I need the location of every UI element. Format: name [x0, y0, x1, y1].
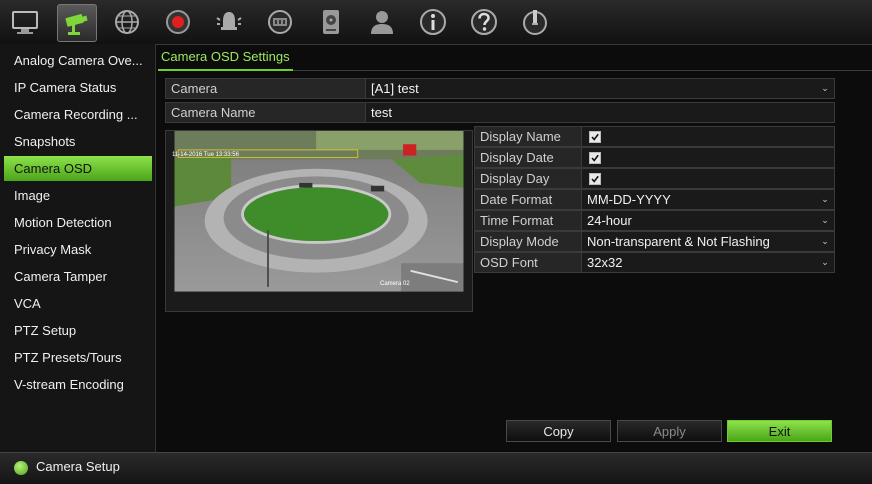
display-name-label: Display Name — [475, 127, 582, 146]
date-format-select[interactable]: Date Format MM-DD-YYYY ⌄ — [474, 189, 835, 210]
camera-value: [A1] test — [371, 81, 419, 96]
display-name-row: Display Name — [474, 126, 835, 147]
user-icon[interactable] — [363, 4, 401, 40]
chevron-down-icon: ⌄ — [821, 236, 829, 246]
osd-font-label: OSD Font — [475, 253, 582, 272]
status-text: Camera Setup — [36, 459, 120, 474]
tab-bar: Camera OSD Settings — [158, 44, 872, 71]
display-name-checkbox[interactable] — [589, 131, 601, 143]
display-date-checkbox[interactable] — [589, 152, 601, 164]
camera-name-field[interactable]: Camera Name test — [165, 102, 835, 123]
copy-button[interactable]: Copy — [506, 420, 611, 442]
sidebar-item-analog-camera-overview[interactable]: Analog Camera Ove... — [4, 48, 152, 73]
sidebar: Analog Camera Ove... IP Camera Status Ca… — [0, 44, 156, 452]
chevron-down-icon: ⌄ — [821, 194, 829, 204]
display-date-label: Display Date — [475, 148, 582, 167]
osd-font-value: 32x32 — [587, 255, 623, 270]
display-mode-value: Non-transparent & Not Flashing — [587, 234, 770, 249]
timestamp-overlay: 11-14-2016 Tue 13:33:56 — [172, 152, 239, 158]
chevron-down-icon: ⌄ — [821, 83, 829, 93]
sidebar-item-image[interactable]: Image — [4, 183, 152, 208]
sidebar-item-camera-osd[interactable]: Camera OSD — [4, 156, 152, 181]
camera-name-label: Camera Name — [166, 103, 366, 122]
sidebar-item-ptz-presets-tours[interactable]: PTZ Presets/Tours — [4, 345, 152, 370]
time-format-select[interactable]: Time Format 24-hour ⌄ — [474, 210, 835, 231]
osd-font-select[interactable]: OSD Font 32x32 ⌄ — [474, 252, 835, 273]
help-icon — [14, 461, 28, 475]
exit-button[interactable]: Exit — [727, 420, 832, 442]
time-format-label: Time Format — [475, 211, 582, 230]
sidebar-item-vca[interactable]: VCA — [4, 291, 152, 316]
display-mode-label: Display Mode — [475, 232, 582, 251]
sidebar-item-ptz-setup[interactable]: PTZ Setup — [4, 318, 152, 343]
info-icon[interactable] — [414, 4, 452, 40]
sidebar-item-snapshots[interactable]: Snapshots — [4, 129, 152, 154]
time-format-value: 24-hour — [587, 213, 632, 228]
chevron-down-icon: ⌄ — [821, 257, 829, 267]
device-icon[interactable] — [261, 4, 299, 40]
sidebar-item-camera-tamper[interactable]: Camera Tamper — [4, 264, 152, 289]
help-icon[interactable] — [465, 4, 503, 40]
alarm-icon[interactable] — [210, 4, 248, 40]
camera-name-value: test — [371, 105, 392, 120]
display-mode-select[interactable]: Display Mode Non-transparent & Not Flash… — [474, 231, 835, 252]
sidebar-item-ip-camera-status[interactable]: IP Camera Status — [4, 75, 152, 100]
network-icon[interactable] — [108, 4, 146, 40]
display-day-checkbox[interactable] — [589, 173, 601, 185]
date-format-value: MM-DD-YYYY — [587, 192, 671, 207]
camera-icon[interactable] — [57, 4, 97, 42]
tab-camera-osd-settings[interactable]: Camera OSD Settings — [158, 47, 293, 71]
sidebar-item-v-stream-encoding[interactable]: V-stream Encoding — [4, 372, 152, 397]
display-day-label: Display Day — [475, 169, 582, 188]
apply-button[interactable]: Apply — [617, 420, 722, 442]
sidebar-item-camera-recording[interactable]: Camera Recording ... — [4, 102, 152, 127]
display-date-row: Display Date — [474, 147, 835, 168]
camera-preview: 11-14-2016 Tue 13:33:56 Camera 02 — [165, 130, 473, 312]
camera-label: Camera — [166, 79, 366, 98]
monitor-icon[interactable] — [6, 4, 44, 40]
status-bar: Camera Setup — [0, 452, 872, 484]
sidebar-item-privacy-mask[interactable]: Privacy Mask — [4, 237, 152, 262]
sidebar-item-motion-detection[interactable]: Motion Detection — [4, 210, 152, 235]
camera-label-overlay: Camera 02 — [380, 281, 410, 287]
power-icon[interactable] — [516, 4, 554, 40]
date-format-label: Date Format — [475, 190, 582, 209]
display-day-row: Display Day — [474, 168, 835, 189]
record-icon[interactable] — [159, 4, 197, 40]
chevron-down-icon: ⌄ — [821, 215, 829, 225]
top-menu-bar — [0, 0, 872, 45]
hdd-icon[interactable] — [312, 4, 350, 40]
camera-select[interactable]: Camera [A1] test ⌄ — [165, 78, 835, 99]
